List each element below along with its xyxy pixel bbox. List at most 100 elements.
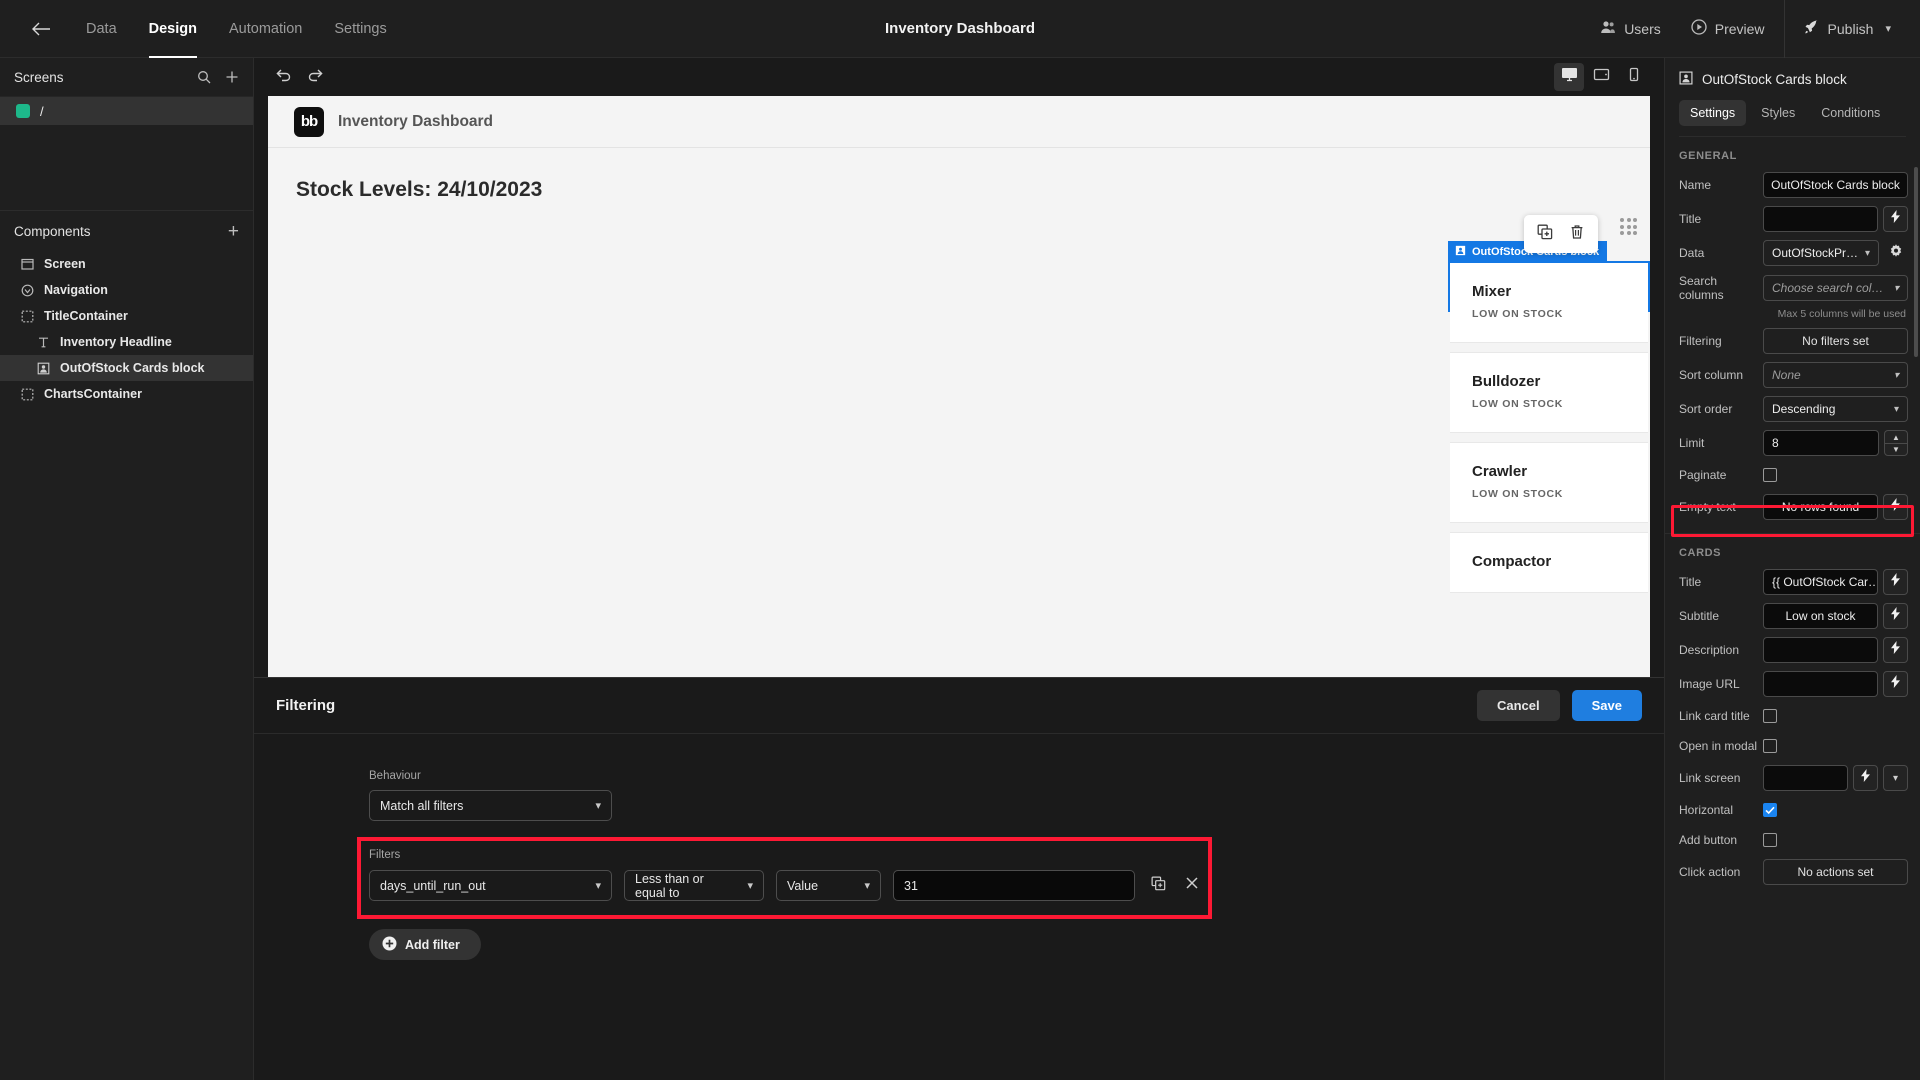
card-title-input[interactable]: {{ OutOfStock Car… [1763, 569, 1878, 595]
component-label: Navigation [44, 283, 108, 297]
tablet-preview-button[interactable] [1586, 63, 1616, 91]
horizontal-checkbox[interactable] [1763, 803, 1777, 817]
filter-value-type-value: Value [787, 878, 819, 893]
name-input[interactable]: OutOfStock Cards block [1763, 172, 1908, 198]
sort-column-select[interactable]: None ▾ [1763, 362, 1908, 388]
undo-button[interactable] [270, 64, 296, 90]
card-description-binding-button[interactable] [1883, 637, 1908, 663]
click-action-button[interactable]: No actions set [1763, 859, 1908, 885]
preview-button[interactable]: Preview [1676, 0, 1780, 58]
tab-settings[interactable]: Settings [1679, 100, 1747, 126]
component-item-outofstock-cards-block[interactable]: OutOfStock Cards block [0, 355, 253, 381]
card-image-url-input[interactable] [1763, 671, 1878, 697]
filter-binding-button[interactable] [1147, 876, 1169, 896]
filter-value-input[interactable]: 31 [893, 870, 1135, 901]
data-settings-button[interactable] [1884, 243, 1908, 264]
filter-operator-value: Less than or equal to [635, 871, 704, 900]
screen-route-label: / [40, 103, 44, 119]
behaviour-select[interactable]: Match all filters ▾ [369, 790, 612, 821]
filter-operator-select[interactable]: Less than or equal to ▾ [624, 870, 764, 901]
redo-button[interactable] [302, 64, 328, 90]
component-item-navigation[interactable]: Navigation [0, 277, 253, 303]
chevron-down-icon: ▾ [1892, 772, 1899, 784]
setting-label: Open in modal [1679, 739, 1758, 753]
drag-grip-handle[interactable] [1620, 218, 1638, 236]
add-button-checkbox[interactable] [1763, 833, 1777, 847]
filtering-button[interactable]: No filters set [1763, 328, 1908, 354]
setting-label: Empty text [1679, 500, 1736, 514]
data-select[interactable]: OutOfStockPr… ▾ [1763, 240, 1879, 266]
card-image-url-binding-button[interactable] [1883, 671, 1908, 697]
card-item[interactable]: Mixer LOW ON STOCK [1450, 263, 1648, 343]
chevron-down-icon: ▾ [1893, 282, 1899, 294]
outofstock-cards-block[interactable]: OutOfStock Cards block Mixer LOW ON STOC… [1448, 241, 1650, 593]
component-item-titlecontainer[interactable]: TitleContainer [0, 303, 253, 329]
card-title-binding-button[interactable] [1883, 569, 1908, 595]
component-label: OutOfStock Cards block [60, 361, 205, 375]
duplicate-button[interactable] [1530, 220, 1560, 248]
component-item-chartscontainer[interactable]: ChartsContainer [0, 381, 253, 407]
link-card-title-checkbox[interactable] [1763, 709, 1777, 723]
publish-button[interactable]: Publish ▾ [1789, 0, 1906, 58]
stepper-up-icon[interactable]: ▲ [1884, 430, 1908, 443]
add-screen-icon[interactable] [225, 70, 239, 84]
delete-icon [1569, 224, 1585, 245]
open-in-modal-checkbox[interactable] [1763, 739, 1777, 753]
add-filter-button[interactable]: Add filter [369, 929, 481, 960]
search-columns-select[interactable]: Choose search col… ▾ [1763, 275, 1908, 301]
container-icon [20, 387, 35, 402]
nav-tab-design[interactable]: Design [133, 0, 213, 58]
card-description-input[interactable] [1763, 637, 1878, 663]
card-item[interactable]: Bulldozer LOW ON STOCK [1450, 353, 1648, 433]
setting-filtering: Filtering No filters set [1665, 324, 1920, 358]
limit-input[interactable]: 8 [1763, 430, 1879, 456]
desktop-preview-button[interactable] [1554, 63, 1584, 91]
paginate-checkbox[interactable] [1763, 468, 1777, 482]
limit-stepper[interactable]: ▲ ▼ [1884, 430, 1908, 456]
add-component-icon[interactable]: + [228, 222, 239, 241]
screen-item-root[interactable]: / [0, 97, 253, 125]
lightning-icon [1860, 769, 1871, 787]
delete-button[interactable] [1562, 220, 1592, 248]
empty-text-binding-button[interactable] [1883, 494, 1908, 520]
cards-block-icon [1679, 71, 1693, 88]
chevron-down-icon: ▾ [747, 880, 753, 892]
tab-styles[interactable]: Styles [1750, 100, 1806, 126]
save-button[interactable]: Save [1571, 690, 1642, 721]
back-button[interactable] [18, 0, 64, 58]
card-subtitle-binding-button[interactable] [1883, 603, 1908, 629]
setting-label: Sort order [1679, 402, 1733, 416]
setting-sort-column: Sort column None ▾ [1665, 358, 1920, 392]
component-label: ChartsContainer [44, 387, 142, 401]
search-icon[interactable] [197, 70, 211, 84]
filter-value-type-select[interactable]: Value ▾ [776, 870, 881, 901]
mobile-preview-button[interactable] [1618, 63, 1648, 91]
card-subtitle-input[interactable]: Low on stock [1763, 603, 1878, 629]
component-item-screen[interactable]: Screen [0, 251, 253, 277]
nav-tab-automation[interactable]: Automation [213, 0, 318, 58]
component-float-actions [1524, 215, 1598, 253]
title-binding-button[interactable] [1883, 206, 1908, 232]
nav-tab-data[interactable]: Data [70, 0, 133, 58]
cancel-button[interactable]: Cancel [1476, 690, 1560, 721]
link-screen-binding-button[interactable] [1853, 765, 1878, 791]
link-screen-input[interactable] [1763, 765, 1848, 791]
stepper-down-icon[interactable]: ▼ [1884, 443, 1908, 456]
nav-tab-settings[interactable]: Settings [318, 0, 402, 58]
filter-column-select[interactable]: days_until_run_out ▾ [369, 870, 612, 901]
component-item-inventory-headline[interactable]: Inventory Headline [0, 329, 253, 355]
title-input[interactable] [1763, 206, 1878, 232]
empty-text-input[interactable]: No rows found [1763, 494, 1878, 520]
setting-label: Title [1679, 575, 1702, 589]
card-item[interactable]: Crawler LOW ON STOCK [1450, 443, 1648, 523]
right-panel-scrollbar[interactable] [1914, 167, 1918, 357]
right-panel-content[interactable]: GENERAL Name OutOfStock Cards block Titl… [1665, 137, 1920, 1080]
link-screen-dropdown-button[interactable]: ▾ [1883, 765, 1908, 791]
users-button[interactable]: Users [1585, 0, 1676, 58]
sort-order-select[interactable]: Descending ▾ [1763, 396, 1908, 422]
filter-remove-button[interactable] [1181, 876, 1203, 895]
card-item[interactable]: Compactor [1450, 533, 1648, 593]
tab-conditions[interactable]: Conditions [1810, 100, 1891, 126]
components-title: Components [14, 223, 91, 239]
right-panel-title: OutOfStock Cards block [1702, 72, 1847, 87]
